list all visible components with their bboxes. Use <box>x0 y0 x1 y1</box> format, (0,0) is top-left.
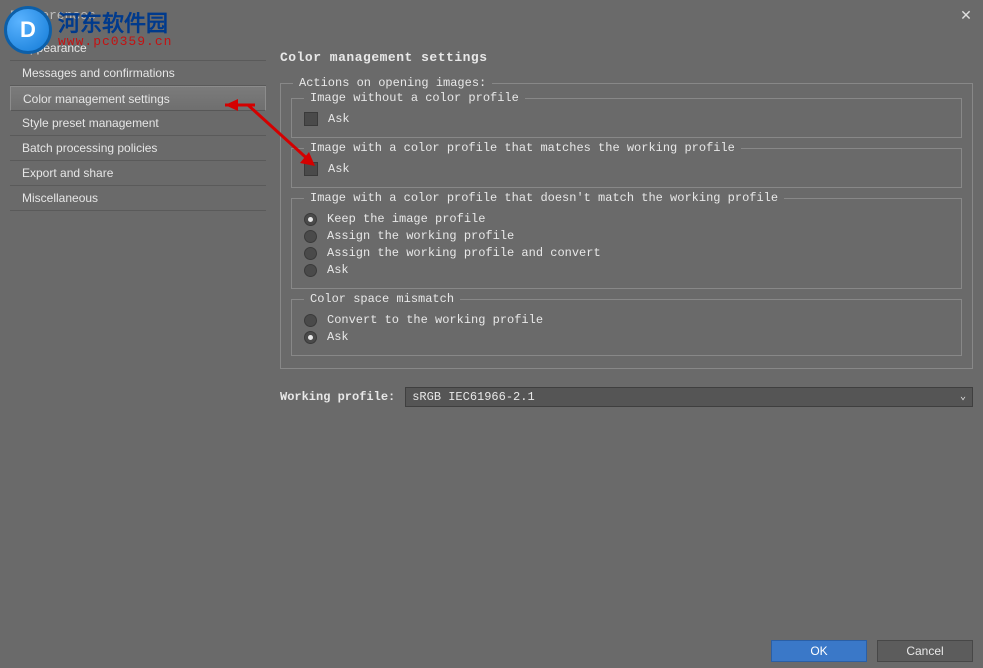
ok-button[interactable]: OK <box>771 640 867 662</box>
sidebar-item-label: Color management settings <box>23 92 170 106</box>
radio-ask[interactable] <box>304 331 317 344</box>
sidebar-item-label: Style preset management <box>22 116 159 130</box>
group-color-space-mismatch: Color space mismatch Convert to the work… <box>291 299 962 356</box>
sidebar-item-export[interactable]: Export and share <box>10 161 266 186</box>
sidebar-item-appearance[interactable]: Appearance <box>10 36 266 61</box>
sidebar-item-batch[interactable]: Batch processing policies <box>10 136 266 161</box>
radio-label: Assign the working profile and convert <box>327 246 601 260</box>
sidebar-item-messages[interactable]: Messages and confirmations <box>10 61 266 86</box>
ask-label: Ask <box>328 112 350 126</box>
actions-group: Actions on opening images: Image without… <box>280 83 973 369</box>
sidebar-item-label: Export and share <box>22 166 113 180</box>
group-mismatch-profile: Image with a color profile that doesn't … <box>291 198 962 289</box>
radio-label: Ask <box>327 330 349 344</box>
radio-convert[interactable] <box>304 314 317 327</box>
sidebar-item-label: Miscellaneous <box>22 191 98 205</box>
radio-assign[interactable] <box>304 230 317 243</box>
working-profile-select[interactable]: sRGB IEC61966-2.1 ⌄ <box>405 387 973 407</box>
ok-label: OK <box>810 644 827 658</box>
ask-checkbox[interactable] <box>304 162 318 176</box>
page-title: Color management settings <box>280 50 973 65</box>
radio-label: Keep the image profile <box>327 212 485 226</box>
sidebar-item-label: Batch processing policies <box>22 141 157 155</box>
main-panel: Color management settings Actions on ope… <box>280 36 973 620</box>
group-no-profile: Image without a color profile Ask <box>291 98 962 138</box>
actions-legend: Actions on opening images: <box>293 76 492 90</box>
radio-keep[interactable] <box>304 213 317 226</box>
ask-checkbox[interactable] <box>304 112 318 126</box>
working-profile-label: Working profile: <box>280 390 395 404</box>
window-title: Preferences <box>10 8 96 23</box>
radio-label: Ask <box>327 263 349 277</box>
close-icon[interactable]: ✕ <box>957 6 975 24</box>
sidebar-item-misc[interactable]: Miscellaneous <box>10 186 266 211</box>
sidebar-item-label: Appearance <box>22 41 87 55</box>
ask-label: Ask <box>328 162 350 176</box>
working-profile-row: Working profile: sRGB IEC61966-2.1 ⌄ <box>280 387 973 407</box>
select-value: sRGB IEC61966-2.1 <box>412 390 534 404</box>
sidebar-item-color-management[interactable]: Color management settings <box>10 86 266 111</box>
radio-ask[interactable] <box>304 264 317 277</box>
cancel-button[interactable]: Cancel <box>877 640 973 662</box>
radio-label: Convert to the working profile <box>327 313 543 327</box>
cancel-label: Cancel <box>906 644 943 658</box>
sidebar-item-style-preset[interactable]: Style preset management <box>10 111 266 136</box>
group-legend: Image with a color profile that matches … <box>304 141 741 155</box>
group-matches-profile: Image with a color profile that matches … <box>291 148 962 188</box>
sidebar-item-label: Messages and confirmations <box>22 66 175 80</box>
chevron-down-icon: ⌄ <box>960 391 966 403</box>
radio-assign-convert[interactable] <box>304 247 317 260</box>
group-legend: Image with a color profile that doesn't … <box>304 191 784 205</box>
group-legend: Color space mismatch <box>304 292 460 306</box>
group-legend: Image without a color profile <box>304 91 525 105</box>
sidebar: Appearance Messages and confirmations Co… <box>10 36 266 620</box>
radio-label: Assign the working profile <box>327 229 514 243</box>
